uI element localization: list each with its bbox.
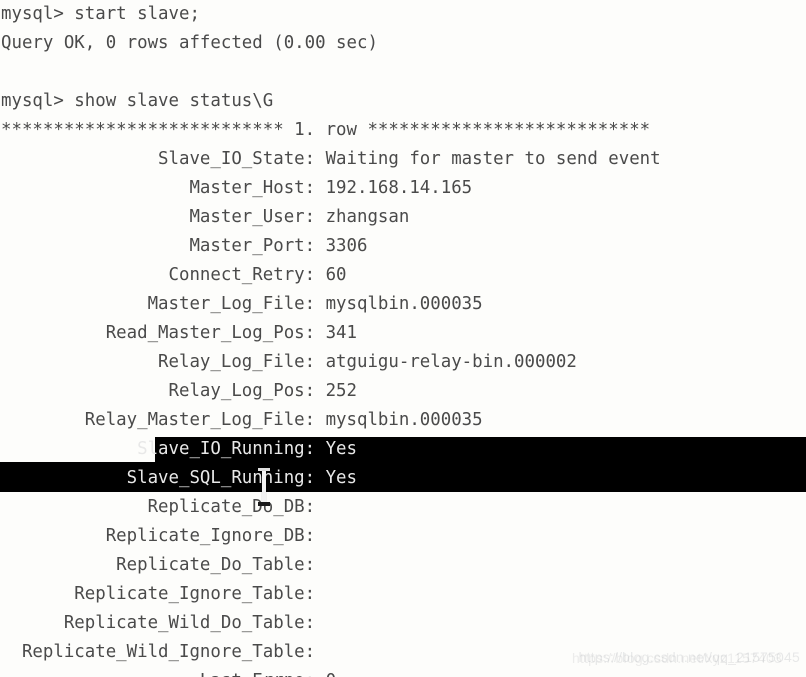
- field-slave-io-running: Slave_IO_Running: Yes: [0, 435, 806, 466]
- row-separator-text: *************************** 1. row *****…: [1, 120, 651, 140]
- field-replicate-ignore-db-text: Replicate_Ignore_DB:: [1, 526, 316, 546]
- field-relay-log-pos-text: Relay_Log_Pos: 252: [1, 381, 357, 401]
- field-last-errno-text: Last_Errno: 0: [1, 667, 336, 677]
- field-relay-log-file: Relay_Log_File: atguigu-relay-bin.000002: [0, 348, 806, 377]
- terminal-window[interactable]: mysql> start slave; Query OK, 0 rows affe…: [0, 0, 806, 677]
- field-master-user: Master_User: zhangsan: [0, 203, 806, 232]
- terminal-output[interactable]: mysql> start slave; Query OK, 0 rows affe…: [0, 0, 806, 677]
- query-ok-text: Query OK, 0 rows affected (0.00 sec): [1, 33, 378, 53]
- row-separator: *************************** 1. row *****…: [0, 116, 806, 145]
- field-replicate-ignore-table-text: Replicate_Ignore_Table:: [1, 584, 316, 604]
- cmd-start-slave-text: mysql> start slave;: [1, 4, 200, 24]
- field-connect-retry: Connect_Retry: 60: [0, 261, 806, 290]
- field-replicate-ignore-db: Replicate_Ignore_DB:: [0, 522, 806, 551]
- field-replicate-do-table: Replicate_Do_Table:: [0, 551, 806, 580]
- field-slave-io-running-text: Slave_IO_Running: Yes: [1, 439, 357, 459]
- field-read-master-log-pos-text: Read_Master_Log_Pos: 341: [1, 323, 357, 343]
- field-master-port: Master_Port: 3306: [0, 232, 806, 261]
- field-master-user-text: Master_User: zhangsan: [1, 207, 410, 227]
- field-replicate-wild-ignore-table: Replicate_Wild_Ignore_Table:: [0, 638, 806, 667]
- field-relay-master-log-file-text: Relay_Master_Log_File: mysqlbin.000035: [1, 410, 483, 430]
- query-ok: Query OK, 0 rows affected (0.00 sec): [0, 29, 806, 58]
- field-replicate-do-db-text: Replicate_Do_DB:: [1, 497, 316, 517]
- field-relay-log-file-text: Relay_Log_File: atguigu-relay-bin.000002: [1, 352, 577, 372]
- blank-1: [0, 58, 806, 87]
- cmd-start-slave: mysql> start slave;: [0, 0, 806, 29]
- field-replicate-wild-ignore-table-text: Replicate_Wild_Ignore_Table:: [1, 642, 316, 662]
- field-slave-sql-running: Slave_SQL_Running: Yes: [0, 462, 806, 493]
- field-relay-log-pos: Relay_Log_Pos: 252: [0, 377, 806, 406]
- cmd-show-slave-status-text: mysql> show slave status\G: [1, 91, 274, 111]
- field-master-log-file-text: Master_Log_File: mysqlbin.000035: [1, 294, 483, 314]
- field-master-port-text: Master_Port: 3306: [1, 236, 368, 256]
- field-slave-io-state-text: Slave_IO_State: Waiting for master to se…: [1, 149, 661, 169]
- field-master-host: Master_Host: 192.168.14.165: [0, 174, 806, 203]
- field-replicate-wild-do-table: Replicate_Wild_Do_Table:: [0, 609, 806, 638]
- field-slave-sql-running-text: Slave_SQL_Running: Yes: [1, 468, 357, 488]
- field-master-host-text: Master_Host: 192.168.14.165: [1, 178, 473, 198]
- field-relay-master-log-file: Relay_Master_Log_File: mysqlbin.000035: [0, 406, 806, 435]
- field-last-errno: Last_Errno: 0: [0, 667, 806, 677]
- field-connect-retry-text: Connect_Retry: 60: [1, 265, 347, 285]
- field-replicate-ignore-table: Replicate_Ignore_Table:: [0, 580, 806, 609]
- field-replicate-do-table-text: Replicate_Do_Table:: [1, 555, 316, 575]
- cmd-show-slave-status: mysql> show slave status\G: [0, 87, 806, 116]
- field-read-master-log-pos: Read_Master_Log_Pos: 341: [0, 319, 806, 348]
- field-replicate-wild-do-table-text: Replicate_Wild_Do_Table:: [1, 613, 316, 633]
- field-slave-io-state: Slave_IO_State: Waiting for master to se…: [0, 145, 806, 174]
- field-master-log-file: Master_Log_File: mysqlbin.000035: [0, 290, 806, 319]
- field-replicate-do-db: Replicate_Do_DB:: [0, 493, 806, 522]
